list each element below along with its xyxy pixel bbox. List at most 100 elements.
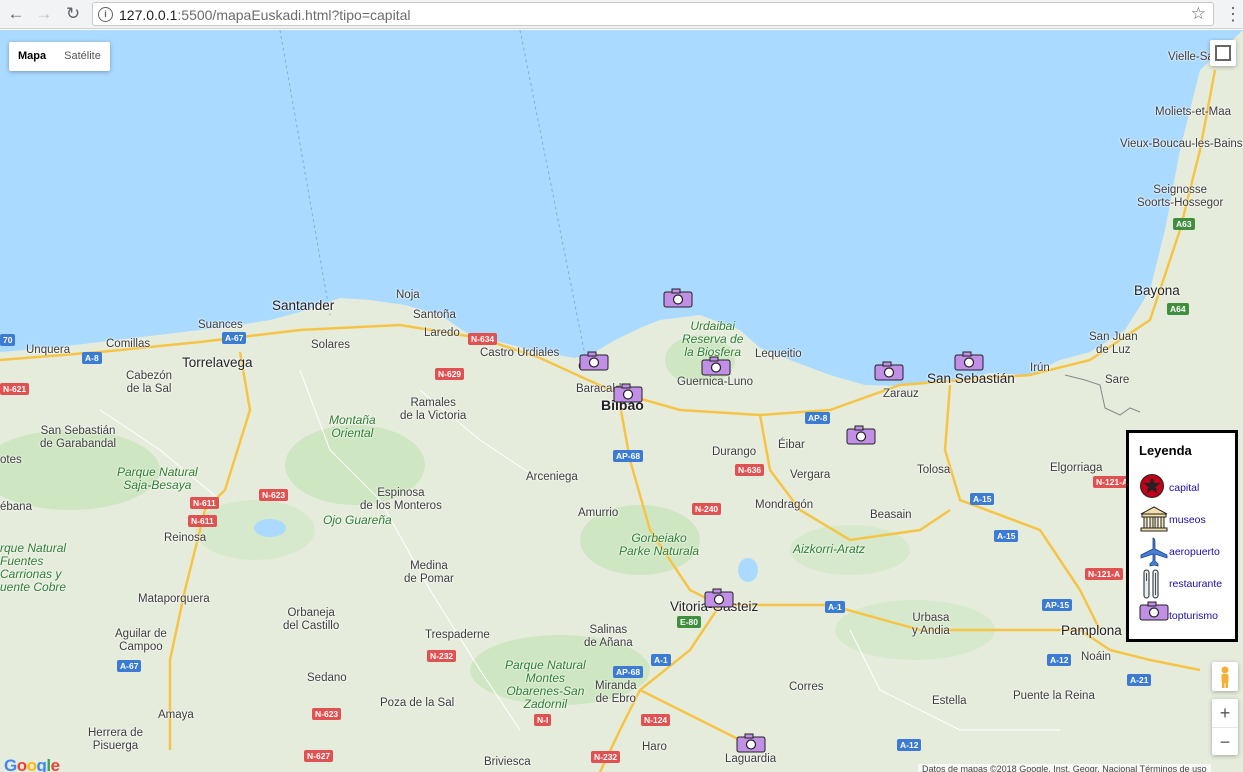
place-comillas: Comillas bbox=[106, 338, 151, 350]
road-shield: N-627 bbox=[304, 750, 334, 762]
place-herrera: Herrera de Pisuerga bbox=[88, 727, 143, 752]
map-type-control: Mapa Satélite bbox=[9, 42, 110, 71]
road-shield: N-634 bbox=[468, 333, 498, 345]
road-shield: N-232 bbox=[591, 751, 621, 763]
road-shield: A-67 bbox=[222, 332, 247, 344]
legend-item-topturismo[interactable]: topturismo bbox=[1139, 601, 1218, 631]
road-shield: N-629 bbox=[435, 368, 465, 380]
place-torrelavega: Torrelavega bbox=[182, 355, 253, 370]
place-beasain: Beasain bbox=[870, 509, 912, 521]
place-montana: Montaña Oriental bbox=[329, 413, 376, 440]
place-irun: Irún bbox=[1030, 362, 1050, 374]
road-shield: N-611 bbox=[190, 497, 219, 509]
place-suances: Suances bbox=[198, 319, 243, 331]
camera-marker[interactable] bbox=[736, 733, 766, 753]
camera-marker[interactable] bbox=[579, 351, 609, 371]
road-shield: A-8 bbox=[82, 352, 102, 364]
road-shield: A63 bbox=[1173, 218, 1195, 230]
pegman-icon bbox=[1221, 666, 1229, 688]
place-fuentes: rque Natural Fuentes Carrionas y uente C… bbox=[0, 541, 67, 594]
road-shield: N-611 bbox=[188, 515, 217, 527]
map-canvas[interactable]: Santander Noja Santoña Laredo Suances Co… bbox=[0, 30, 1243, 772]
place-ebana: ébana bbox=[0, 501, 32, 513]
map-type-map-button[interactable]: Mapa bbox=[9, 42, 55, 71]
place-solares: Solares bbox=[311, 339, 350, 351]
map-attribution[interactable]: Datos de mapas ©2018 Google, Inst. Geogr… bbox=[918, 764, 1211, 772]
place-tolosa: Tolosa bbox=[917, 464, 951, 476]
road-shield: N-121-A bbox=[1085, 568, 1124, 580]
place-aizkorri: Aizkorri-Aratz bbox=[793, 542, 866, 556]
fullscreen-button[interactable] bbox=[1210, 40, 1236, 66]
museum-icon bbox=[1139, 505, 1169, 535]
place-haro: Haro bbox=[642, 741, 667, 753]
place-cabezon: Cabezón de la Sal bbox=[126, 370, 173, 395]
place-trespaderne: Trespaderne bbox=[425, 629, 490, 641]
legend-link-aeropuerto[interactable]: aeropuerto bbox=[1169, 546, 1220, 558]
place-gorbeiako: Gorbeiako Parke Naturala bbox=[619, 531, 700, 558]
street-view-pegman[interactable] bbox=[1212, 662, 1238, 691]
place-sangarabandal: San Sebastián de Garabandal bbox=[40, 425, 117, 450]
back-icon[interactable]: ← bbox=[5, 3, 27, 25]
camera-marker[interactable] bbox=[613, 383, 643, 403]
browser-menu-icon[interactable]: ⋮ bbox=[1224, 4, 1242, 24]
zoom-out-button[interactable]: − bbox=[1212, 728, 1238, 756]
road-shield: N-124 bbox=[641, 714, 671, 726]
road-shield: A-1 bbox=[825, 601, 845, 613]
place-eibar: Éibar bbox=[778, 439, 805, 451]
google-logo[interactable]: Google bbox=[4, 756, 60, 772]
place-obarenes: Parque Natural Montes Obarenes-San Zador… bbox=[505, 658, 586, 711]
place-salinas: Salinas de Añana bbox=[584, 624, 633, 649]
place-ramales: Ramales de la Victoria bbox=[400, 397, 467, 422]
legend-item-museos[interactable]: museos bbox=[1139, 505, 1206, 535]
place-estella: Estella bbox=[932, 695, 967, 707]
info-icon[interactable]: i bbox=[98, 7, 113, 22]
map-legend: Leyenda capital museos aeropuerto restau… bbox=[1126, 430, 1238, 642]
reload-icon[interactable]: ↻ bbox=[62, 3, 84, 25]
road-shield: N-621 bbox=[0, 383, 30, 395]
camera-icon bbox=[1139, 601, 1169, 631]
place-seignosse: Seignosse Soorts-Hossegor bbox=[1137, 184, 1224, 209]
place-sanjuan: San Juan de Luz bbox=[1089, 331, 1138, 356]
legend-link-museos[interactable]: museos bbox=[1169, 514, 1206, 526]
place-sare: Sare bbox=[1105, 374, 1130, 386]
place-sansebastian: San Sebastián bbox=[927, 371, 1015, 386]
road-shield: 70 bbox=[0, 334, 16, 346]
place-noja: Noja bbox=[396, 289, 420, 301]
place-vergara: Vergara bbox=[790, 469, 831, 481]
address-bar[interactable]: i 127.0.0.1:5500/mapaEuskadi.html?tipo=c… bbox=[92, 2, 1214, 26]
road-shield: A-67 bbox=[117, 660, 142, 672]
place-saja: Parque Natural Saja-Besaya bbox=[117, 465, 198, 492]
forward-icon[interactable]: → bbox=[33, 3, 55, 25]
zoom-in-button[interactable]: + bbox=[1212, 699, 1238, 728]
road-shield: AP-68 bbox=[613, 666, 644, 678]
place-otes: otes bbox=[0, 454, 22, 466]
camera-marker[interactable] bbox=[954, 351, 984, 371]
camera-marker[interactable] bbox=[704, 588, 734, 608]
road-shield: N-623 bbox=[312, 708, 342, 720]
place-espinosa: Espinosa de los Monteros bbox=[360, 487, 442, 512]
place-guernica: Guernica-Luno bbox=[677, 376, 754, 388]
bookmark-star-icon[interactable]: ☆ bbox=[1191, 4, 1206, 24]
road-shield: N-636 bbox=[735, 464, 765, 476]
legend-item-restaurante[interactable]: restaurante bbox=[1139, 569, 1222, 599]
place-laredo: Laredo bbox=[424, 327, 460, 339]
place-urbasa: Urbasa y Andia bbox=[912, 612, 950, 637]
legend-item-aeropuerto[interactable]: aeropuerto bbox=[1139, 537, 1220, 567]
legend-title: Leyenda bbox=[1139, 443, 1192, 458]
camera-marker[interactable] bbox=[874, 361, 904, 381]
legend-link-capital[interactable]: capital bbox=[1169, 482, 1199, 494]
road-shield: AP-15 bbox=[1042, 599, 1073, 611]
legend-item-capital[interactable]: capital bbox=[1139, 473, 1199, 503]
place-corres: Corres bbox=[789, 681, 824, 693]
zoom-control: + − bbox=[1212, 699, 1238, 755]
place-ojoguarena: Ojo Guareña bbox=[323, 513, 392, 527]
browser-toolbar: ← → ↻ i 127.0.0.1:5500/mapaEuskadi.html?… bbox=[0, 0, 1243, 29]
camera-marker[interactable] bbox=[663, 288, 693, 308]
camera-marker[interactable] bbox=[701, 356, 731, 376]
map-type-satellite-button[interactable]: Satélite bbox=[55, 42, 110, 71]
legend-link-topturismo[interactable]: topturismo bbox=[1169, 610, 1218, 622]
place-aguilar: Aguilar de Campoo bbox=[115, 628, 167, 653]
camera-marker[interactable] bbox=[846, 425, 876, 445]
place-moliets: Moliets-et-Maa bbox=[1155, 106, 1232, 118]
legend-link-restaurante[interactable]: restaurante bbox=[1169, 578, 1222, 590]
